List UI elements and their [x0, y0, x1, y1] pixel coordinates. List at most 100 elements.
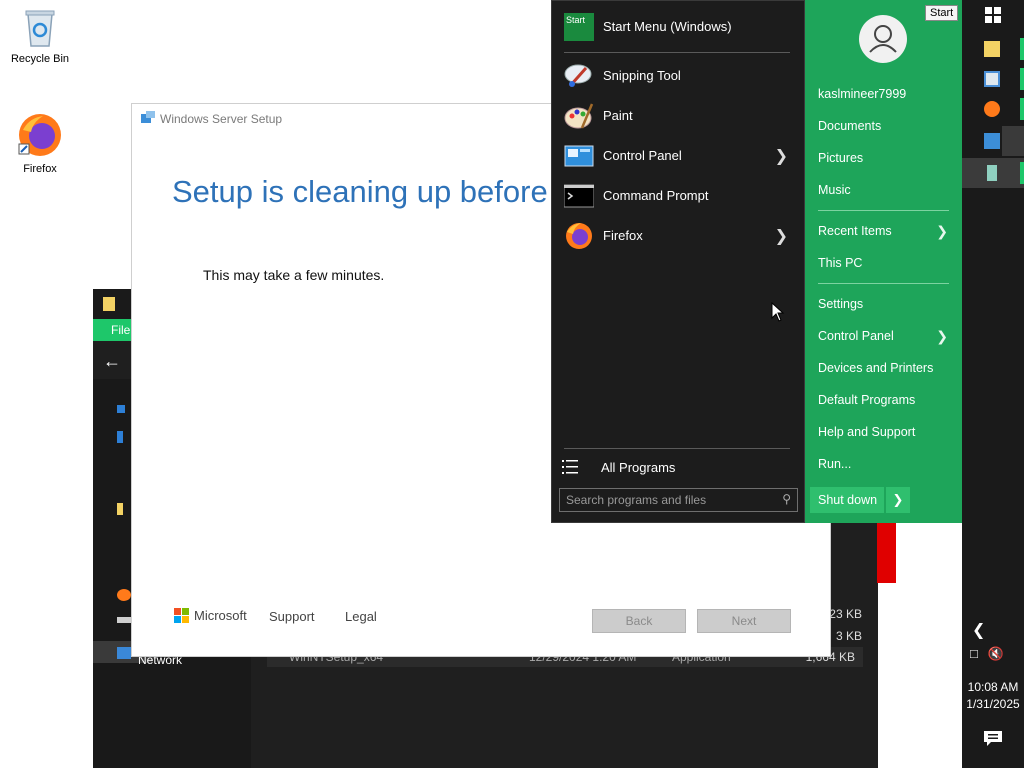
- folder-icon: [984, 41, 1000, 57]
- list-icon: [562, 460, 578, 474]
- command-prompt-icon: [564, 184, 594, 208]
- firefox-icon: [566, 223, 592, 249]
- drive-icon[interactable]: [117, 617, 131, 623]
- start-item-snipping-tool[interactable]: Snipping Tool: [552, 56, 804, 96]
- devices-printers-link[interactable]: Devices and Printers: [818, 361, 933, 375]
- windows-logo-icon: [985, 7, 1001, 23]
- shutdown-options-button[interactable]: ❯: [886, 487, 910, 513]
- red-window-edge: [877, 523, 896, 583]
- next-button[interactable]: Next: [697, 609, 791, 633]
- divider: [818, 210, 949, 211]
- back-arrow-icon[interactable]: ←: [103, 351, 121, 372]
- divider: [564, 448, 790, 449]
- settings-link[interactable]: Settings: [818, 297, 863, 311]
- control-panel-link[interactable]: Control Panel: [818, 329, 894, 343]
- taskbar: ❮ □ 🔇 10:08 AM 1/31/2025: [962, 0, 1024, 768]
- clock-time: 10:08 AM: [967, 680, 1019, 694]
- document-icon: [984, 71, 1000, 87]
- start-item-label: Firefox: [603, 228, 643, 243]
- app-icon: [987, 165, 997, 181]
- microsoft-label: Microsoft: [194, 608, 247, 623]
- run-link[interactable]: Run...: [818, 457, 851, 471]
- firefox-icon: [984, 101, 1000, 117]
- user-name[interactable]: kaslmineer7999: [818, 87, 906, 101]
- chevron-right-icon[interactable]: ❯: [775, 146, 788, 166]
- mouse-cursor-icon: [771, 302, 785, 322]
- search-placeholder: Search programs and files: [566, 493, 707, 507]
- firefox-icon[interactable]: [117, 589, 131, 601]
- clock[interactable]: 10:08 AM 1/31/2025: [962, 679, 1024, 713]
- start-menu-programs-pane: Start Start Menu (Windows) Snipping Tool…: [551, 0, 805, 523]
- support-link[interactable]: Support: [269, 609, 315, 624]
- start-item-control-panel[interactable]: Control Panel ❯: [552, 136, 804, 176]
- start-item-firefox[interactable]: Firefox ❯: [552, 216, 804, 256]
- desktop-icon-label: Recycle Bin: [10, 53, 70, 65]
- running-indicator: [1002, 126, 1024, 156]
- start-item-command-prompt[interactable]: Command Prompt: [552, 176, 804, 216]
- volume-muted-icon[interactable]: 🔇: [987, 646, 1003, 661]
- notification-icon[interactable]: [983, 730, 1003, 747]
- paint-icon: [564, 103, 594, 129]
- search-input[interactable]: Search programs and files ⚲: [559, 488, 798, 512]
- clock-date: 1/31/2025: [966, 697, 1020, 711]
- legal-link[interactable]: Legal: [345, 609, 377, 624]
- file-size: 3 KB: [835, 629, 862, 643]
- default-programs-link[interactable]: Default Programs: [818, 393, 915, 407]
- running-indicator: [1020, 38, 1024, 60]
- user-avatar[interactable]: [859, 15, 907, 63]
- back-button[interactable]: Back: [592, 609, 686, 633]
- taskbar-documents[interactable]: [962, 64, 1024, 94]
- chevron-right-icon[interactable]: ❯: [936, 223, 948, 240]
- microsoft-logo-icon: [174, 608, 189, 623]
- setup-icon: [141, 111, 155, 123]
- start-item-start-menu[interactable]: Start Start Menu (Windows): [552, 7, 804, 47]
- taskbar-file-explorer[interactable]: [962, 34, 1024, 64]
- taskbar-setup[interactable]: [962, 126, 1024, 156]
- snipping-tool-icon: [564, 64, 592, 87]
- help-support-link[interactable]: Help and Support: [818, 425, 915, 439]
- chevron-left-icon[interactable]: ❮: [972, 620, 985, 640]
- pictures-link[interactable]: Pictures: [818, 151, 863, 165]
- nav-folder-icon[interactable]: [117, 503, 123, 515]
- start-menu: Start Start Menu (Windows) Snipping Tool…: [551, 0, 962, 523]
- file-size: 23 KB: [829, 607, 862, 621]
- this-pc-link[interactable]: This PC: [818, 256, 862, 270]
- divider: [818, 283, 949, 284]
- recent-items-link[interactable]: Recent Items: [818, 224, 892, 238]
- desktop-icon-recycle-bin[interactable]: Recycle Bin: [4, 6, 76, 65]
- window-title: Windows Server Setup: [160, 112, 283, 126]
- taskbar-active-app[interactable]: [962, 158, 1024, 188]
- start-item-label: Snipping Tool: [603, 68, 681, 83]
- setup-heading: Setup is cleaning up before i: [172, 174, 564, 209]
- system-tray: □ 🔇: [970, 646, 1004, 662]
- chevron-right-icon[interactable]: ❯: [936, 328, 948, 345]
- start-button[interactable]: [962, 0, 1024, 30]
- running-indicator: [1020, 98, 1024, 120]
- desktop-icon-firefox[interactable]: Firefox: [4, 112, 76, 175]
- search-icon[interactable]: ⚲: [782, 492, 791, 506]
- recycle-bin-icon: [25, 10, 55, 47]
- start-menu-icon: Start: [564, 13, 594, 41]
- folder-icon: [103, 297, 115, 311]
- ribbon-tab-file[interactable]: File: [111, 323, 130, 337]
- running-indicator: [1020, 68, 1024, 90]
- network-icon[interactable]: □: [970, 646, 978, 661]
- documents-link[interactable]: Documents: [818, 119, 881, 133]
- desktop-icon-label: Firefox: [23, 163, 57, 175]
- firefox-icon: [18, 114, 61, 156]
- nav-folder-icon[interactable]: [117, 431, 123, 443]
- start-item-paint[interactable]: Paint: [552, 96, 804, 136]
- start-item-label: Command Prompt: [603, 188, 709, 203]
- setup-message: This may take a few minutes.: [203, 267, 385, 283]
- control-panel-icon: [564, 145, 594, 167]
- quick-access-icon[interactable]: [117, 405, 125, 413]
- start-menu-places-pane: kaslmineer7999 Documents Pictures Music …: [805, 0, 962, 523]
- setup-icon: [984, 133, 1000, 149]
- shutdown-button[interactable]: Shut down: [810, 487, 884, 513]
- taskbar-firefox[interactable]: [962, 94, 1024, 124]
- start-item-label: Start Menu (Windows): [603, 19, 732, 34]
- divider: [564, 52, 790, 53]
- chevron-right-icon[interactable]: ❯: [775, 226, 788, 246]
- network-icon[interactable]: [117, 647, 131, 659]
- music-link[interactable]: Music: [818, 183, 851, 197]
